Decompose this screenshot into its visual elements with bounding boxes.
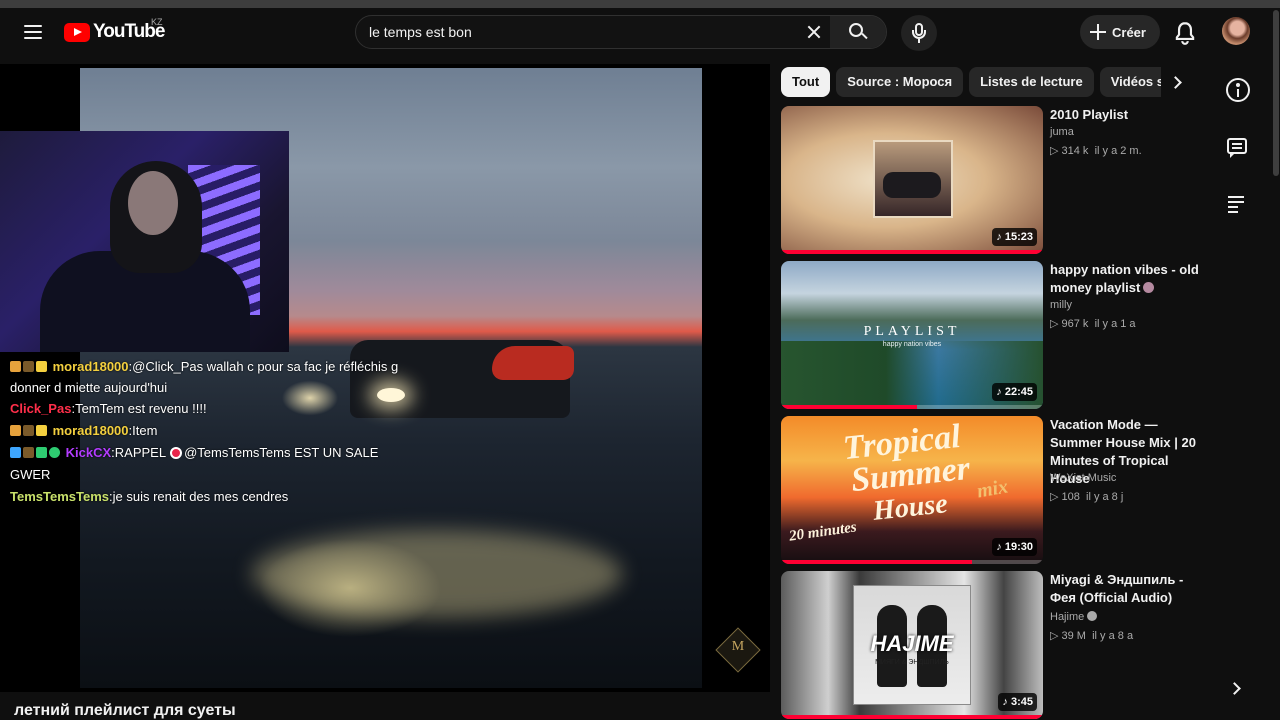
watch-progress [781,405,1043,409]
duration-badge: ♪ 3:45 [998,693,1037,711]
rec-channel[interactable]: juma [1050,126,1074,138]
stream-chat-overlay: morad18000:@Click_Pas wallah c pour sa f… [0,356,420,508]
chevron-right-icon [1228,682,1241,695]
create-button[interactable]: Créer [1080,15,1160,49]
country-code: KZ [151,17,163,27]
watch-progress [781,560,1043,564]
menu-icon[interactable] [18,18,48,46]
rec-channel[interactable]: milly [1050,299,1072,311]
youtube-play-icon [64,22,90,42]
video-player[interactable]: morad18000:@Click_Pas wallah c pour sa f… [0,64,770,692]
next-video-button[interactable] [1226,678,1248,700]
thumb-text: 20 minutes [788,519,858,545]
chat-username: KickCX [65,445,112,460]
chat-message: Click_Pas:TemTem est revenu !!!! [10,401,207,416]
plus-icon [1090,24,1106,40]
chip-source[interactable]: Source : Морося [836,67,964,97]
search-box: le temps est bon [355,15,887,49]
emoji-icon [1143,282,1155,293]
chat-icon[interactable] [1226,136,1250,160]
chat-text: @Click_Pas wallah c pour sa fac je réflé… [132,359,399,374]
chat-text: TemTem est revenu !!!! [75,401,207,416]
chat-emote-icon [170,447,183,459]
search-button[interactable] [830,16,886,48]
avatar[interactable] [1222,17,1250,45]
watermark-letter: M [731,639,745,654]
chat-text: RAPPEL [114,445,167,460]
chat-username: Click_Pas [10,401,72,416]
chat-message: morad18000:Item [0,420,420,442]
rec-item[interactable]: HAJIME МИЯГИ & ЭНДШПИЛЬ ♪ 3:45 Miyagi & … [781,571,1211,719]
bell-icon[interactable] [1172,20,1198,46]
watch-progress [781,250,1043,254]
streamer-webcam [0,131,289,352]
rec-thumbnail[interactable]: ♪ 15:23 [781,106,1043,254]
search-icon [849,23,863,37]
rec-meta: ▷ 967 k il y a 1 a [1050,318,1136,330]
close-icon[interactable] [804,22,824,42]
chip-similar-videos[interactable]: Vidéos sir [1099,67,1161,97]
youtube-logo[interactable]: YouTube KZ [64,17,165,43]
rec-channel[interactable]: WeXist Music [1050,472,1116,484]
rec-meta: ▷ 108 il y a 8 j [1050,491,1124,503]
rec-thumbnail[interactable]: Tropical Summer House mix 20 minutes ♪ 1… [781,416,1043,564]
thumb-text: PLAYLIST [863,324,961,339]
chip-playlists[interactable]: Listes de lecture [969,67,1094,97]
chip-all[interactable]: Tout [781,67,831,97]
video-title: летний плейлист для суеты [14,702,236,719]
scrollbar-thumb[interactable] [1273,10,1279,176]
watch-progress [781,715,1043,719]
thumb-text: House [871,488,950,527]
rec-item[interactable]: PLAYLIST happy nation vibes ♪ 22:45 happ… [781,261,1211,409]
rec-title[interactable]: happy nation vibes - old money playlist [1050,261,1210,297]
rec-thumbnail[interactable]: PLAYLIST happy nation vibes ♪ 22:45 [781,261,1043,409]
rec-item[interactable]: Tropical Summer House mix 20 minutes ♪ 1… [781,416,1211,564]
chat-message: KickCX:RAPPEL @TemsTemsTems EST UN SALE G… [10,445,379,482]
chat-message: morad18000:@Click_Pas wallah c pour sa f… [0,356,420,398]
duration-badge: ♪ 19:30 [992,538,1037,556]
rec-meta: ▷ 39 M il y a 8 a [1050,630,1134,642]
rec-meta: ▷ 314 k il y a 2 m. [1050,145,1142,157]
rec-title[interactable]: 2010 Playlist [1050,106,1210,124]
rec-title[interactable]: Miyagi & Эндшпиль - Фея (Official Audio) [1050,571,1210,607]
rec-thumbnail[interactable]: HAJIME МИЯГИ & ЭНДШПИЛЬ ♪ 3:45 [781,571,1043,719]
thumb-text: mix [975,475,1010,503]
video-jetski [492,346,574,380]
verified-icon [1087,611,1098,621]
chat-text-wrap: donner d miette aujourd'hui [10,380,168,395]
chat-username: morad18000 [52,359,129,374]
thumb-subtext: МИЯГИ & ЭНДШПИЛЬ [875,659,949,666]
masthead: YouTube KZ le temps est bon Créer [0,0,1280,64]
duration-badge: ♪ 15:23 [992,228,1037,246]
rec-channel[interactable]: Hajime [1050,611,1098,623]
chat-text: Item [132,423,158,438]
chips-next-button[interactable] [1165,70,1191,96]
rec-item[interactable]: ♪ 15:23 2010 Playlist juma ▷ 314 k il y … [781,106,1211,254]
duration-badge: ♪ 22:45 [992,383,1037,401]
thumb-text: HAJIME [870,631,954,656]
chat-username: TemsTemsTems [10,489,109,504]
thumb-subtext: happy nation vibes [882,341,942,348]
filter-chips: Tout Source : Морося Listes de lecture Vidé… [781,67,1161,97]
chat-username: morad18000 [52,423,129,438]
chat-text: je suis renait des mes cendres [112,489,289,504]
browser-strip [0,0,1280,8]
create-label: Créer [1112,24,1146,40]
info-icon[interactable] [1226,78,1250,102]
chevron-right-icon [1169,76,1182,89]
voice-search-button[interactable] [901,15,937,51]
chat-message: TemsTemsTems:je suis renait des mes cend… [10,489,289,504]
queue-icon[interactable] [1226,192,1250,216]
